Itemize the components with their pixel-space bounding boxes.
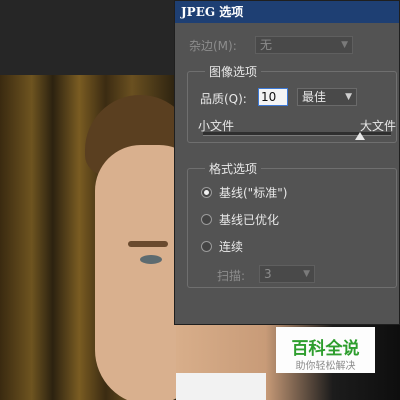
photo-face <box>95 145 176 400</box>
matte-label: 杂边(M): <box>189 39 237 53</box>
radio-unselected-icon[interactable] <box>201 214 212 225</box>
jpeg-options-dialog: JPEG 选项 杂边(M): 无 ▼ 图像选项 品质(Q): 10 最佳 ▼ 小… <box>174 0 400 325</box>
photo-eyebrow <box>128 241 168 247</box>
chevron-down-icon: ▼ <box>303 269 310 279</box>
chevron-down-icon: ▼ <box>341 40 348 50</box>
format-option-baseline-optimized[interactable]: 基线已优化 <box>219 211 279 228</box>
matte-select[interactable]: 无 ▼ <box>255 36 353 54</box>
matte-select-value: 无 <box>260 38 273 52</box>
scans-select[interactable]: 3 ▼ <box>259 265 315 283</box>
quality-label: 品质(Q): <box>200 92 247 106</box>
portrait-photo <box>0 75 176 400</box>
watermark-title: 百科全说 <box>291 339 360 359</box>
image-options-title: 图像选项 <box>205 63 262 80</box>
dialog-title[interactable]: JPEG 选项 <box>175 1 399 23</box>
format-option-baseline-standard[interactable]: 基线("标准") <box>219 184 287 201</box>
quality-preset-select[interactable]: 最佳 ▼ <box>297 88 357 106</box>
watermark-subtitle: 助你轻松解决 <box>295 361 356 372</box>
scans-select-value: 3 <box>264 267 272 281</box>
format-option-progressive[interactable]: 连续 <box>219 238 243 255</box>
radio-unselected-icon[interactable] <box>201 241 212 252</box>
photo-shirt-collar <box>176 373 266 400</box>
quality-input[interactable]: 10 <box>258 88 288 106</box>
radio-selected-icon[interactable] <box>201 187 212 198</box>
photo-eye <box>140 255 162 264</box>
quality-preset-value: 最佳 <box>302 90 327 104</box>
format-options-title: 格式选项 <box>205 160 262 177</box>
scans-label: 扫描: <box>217 269 246 283</box>
slider-thumb-icon[interactable] <box>355 132 365 140</box>
chevron-down-icon: ▼ <box>345 92 352 102</box>
watermark-logo: 百科全说 助你轻松解决 <box>276 327 375 373</box>
